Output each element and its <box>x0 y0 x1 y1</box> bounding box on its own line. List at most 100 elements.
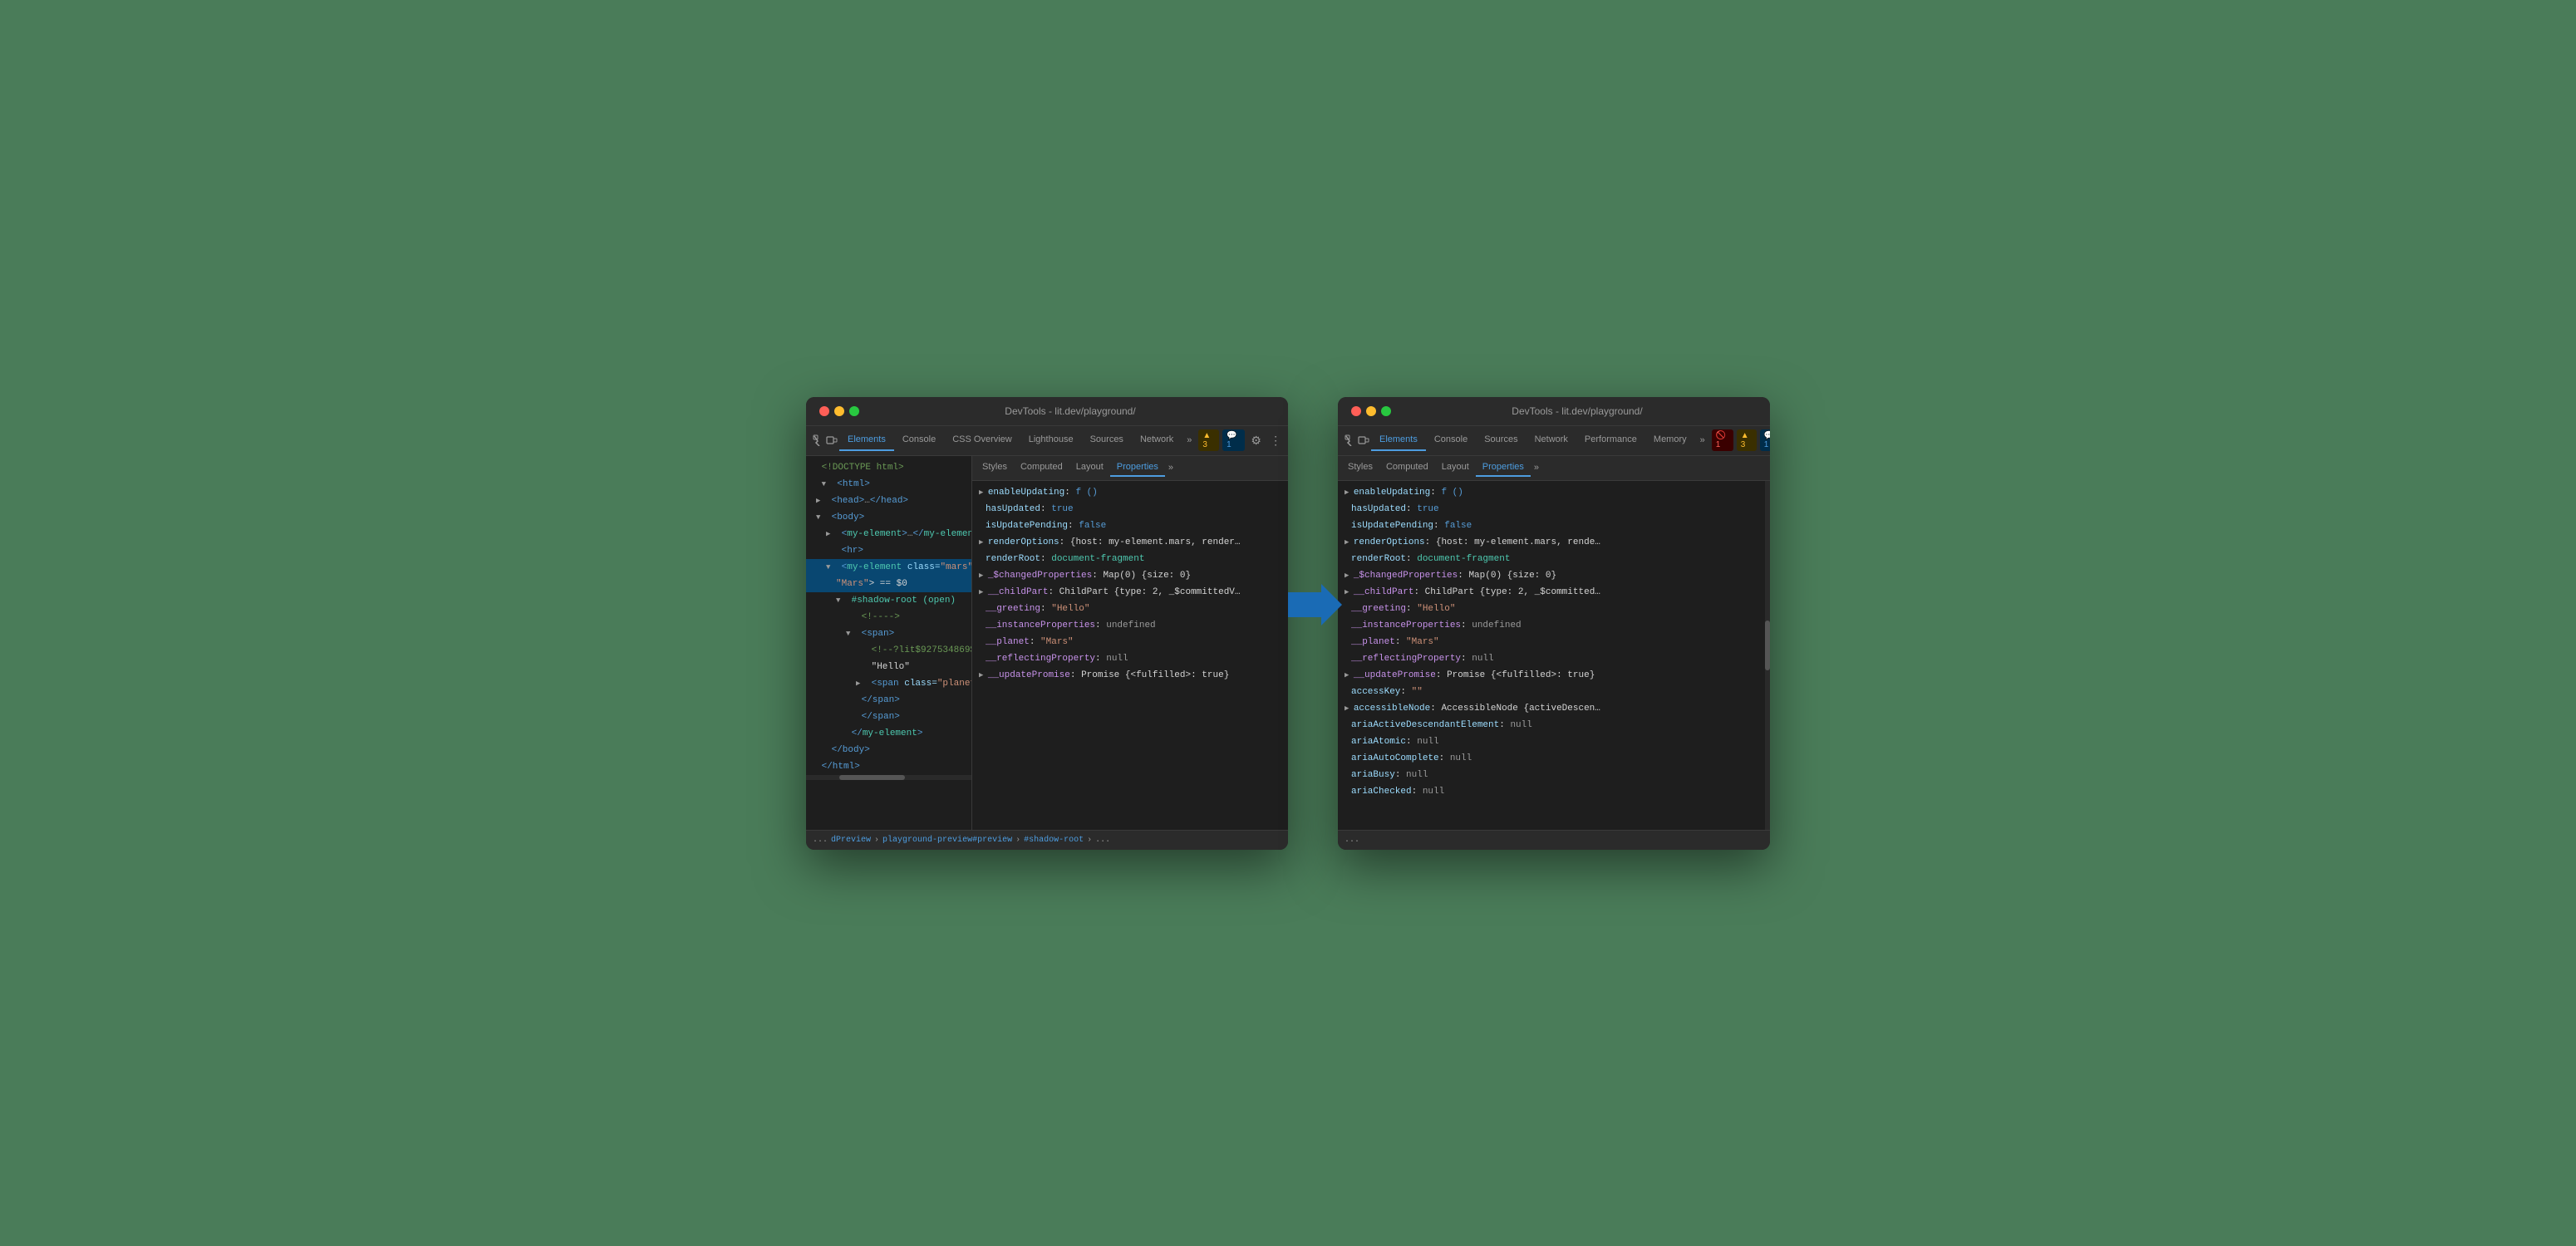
tab-lighthouse-back[interactable]: Lighthouse <box>1020 429 1082 451</box>
more-icon-back[interactable]: ⋮ <box>1267 430 1283 450</box>
status-playground-preview[interactable]: playground-preview#preview <box>882 836 1012 845</box>
minimize-button-front[interactable] <box>1366 406 1376 416</box>
dom-line-span-outer[interactable]: <span> <box>806 625 971 642</box>
prop-instanceProps-front[interactable]: __instanceProperties: undefined <box>1338 617 1770 634</box>
title-bar-front: DevTools - lit.dev/playground/ <box>1338 397 1770 426</box>
prop-greeting-front[interactable]: __greeting: "Hello" <box>1338 601 1770 617</box>
prop-planet-back[interactable]: __planet: "Mars" <box>972 634 1288 650</box>
dom-scrollbar-thumb[interactable] <box>839 775 906 780</box>
prop-isUpdatePending-back[interactable]: isUpdatePending: false <box>972 518 1288 534</box>
prop-reflectingProp-back[interactable]: __reflectingProperty: null <box>972 650 1288 667</box>
close-button[interactable] <box>819 406 829 416</box>
prop-accessKey-front[interactable]: accessKey: "" <box>1338 684 1770 700</box>
dom-scrollbar-h[interactable] <box>806 775 971 780</box>
tab-performance-front[interactable]: Performance <box>1576 429 1645 451</box>
tab-console-back[interactable]: Console <box>894 429 944 451</box>
tab-sources-back[interactable]: Sources <box>1082 429 1132 451</box>
dom-line-my-element-close[interactable]: </my-element> <box>806 725 971 742</box>
tab-css-overview-back[interactable]: CSS Overview <box>944 429 1020 451</box>
props-scrollbar-front[interactable] <box>1765 481 1770 830</box>
dom-line-html[interactable]: <html> <box>806 476 971 493</box>
front-main: Styles Computed Layout Properties » ▶ en… <box>1338 456 1770 830</box>
prop-renderRoot-front[interactable]: renderRoot: document-fragment <box>1338 551 1770 567</box>
tab-network-front[interactable]: Network <box>1526 429 1576 451</box>
close-button-front[interactable] <box>1351 406 1361 416</box>
dom-line-my-element-selected[interactable]: <my-element class="mars" planet= <box>806 559 971 576</box>
prop-hasUpdated-back[interactable]: hasUpdated: true <box>972 501 1288 518</box>
tab-more-back[interactable]: » <box>1182 430 1197 450</box>
tab-elements-back[interactable]: Elements <box>839 429 894 451</box>
prop-enableUpdating-back[interactable]: ▶ enableUpdating: f () <box>972 484 1288 501</box>
tab-layout-front[interactable]: Layout <box>1435 459 1476 477</box>
prop-changedProps-front[interactable]: ▶ _$changedProperties: Map(0) {size: 0} <box>1338 567 1770 584</box>
device-icon-front[interactable] <box>1358 430 1369 450</box>
prop-updatePromise-front[interactable]: ▶ __updatePromise: Promise {<fulfilled>:… <box>1338 667 1770 684</box>
prop-renderRoot-back[interactable]: renderRoot: document-fragment <box>972 551 1288 567</box>
prop-reflectingProp-front[interactable]: __reflectingProperty: null <box>1338 650 1770 667</box>
tab-network-back[interactable]: Network <box>1132 429 1182 451</box>
prop-ariaAutoComplete-front[interactable]: ariaAutoComplete: null <box>1338 750 1770 767</box>
dom-line-body-close[interactable]: </body> <box>806 742 971 758</box>
prop-childPart-back[interactable]: ▶ __childPart: ChildPart {type: 2, _$com… <box>972 584 1288 601</box>
dom-line-my-element-selected-2[interactable]: "Mars"> == $0 <box>806 576 971 592</box>
prop-renderOptions-back[interactable]: ▶ renderOptions: {host: my-element.mars,… <box>972 534 1288 551</box>
inspector-icon-front[interactable] <box>1345 430 1356 450</box>
maximize-button[interactable] <box>849 406 859 416</box>
status-dpreview[interactable]: dPreview <box>831 836 871 845</box>
title-bar-back: DevTools - lit.dev/playground/ <box>806 397 1288 426</box>
prop-ariaBusy-front[interactable]: ariaBusy: null <box>1338 767 1770 783</box>
tab-layout-back[interactable]: Layout <box>1069 459 1110 477</box>
minimize-button[interactable] <box>834 406 844 416</box>
props-panel-front: Styles Computed Layout Properties » ▶ en… <box>1338 456 1770 830</box>
toolbar-right-back: ▲ 3 💬 1 ⚙ ⋮ <box>1198 429 1283 451</box>
tab-properties-back[interactable]: Properties <box>1110 459 1165 477</box>
tab-console-front[interactable]: Console <box>1426 429 1476 451</box>
dom-line-head[interactable]: <head>…</head> <box>806 493 971 509</box>
maximize-button-front[interactable] <box>1381 406 1391 416</box>
dom-line-doctype[interactable]: <!DOCTYPE html> <box>806 459 971 476</box>
prop-instanceProps-back[interactable]: __instanceProperties: undefined <box>972 617 1288 634</box>
prop-hasUpdated-front[interactable]: hasUpdated: true <box>1338 501 1770 518</box>
dom-line-shadow-root[interactable]: #shadow-root (open) <box>806 592 971 609</box>
prop-updatePromise-back[interactable]: ▶ __updatePromise: Promise {<fulfilled>:… <box>972 667 1288 684</box>
panel-tab-more-back[interactable]: » <box>1165 459 1177 476</box>
tab-elements-front[interactable]: Elements <box>1371 429 1426 451</box>
prop-accessibleNode-front[interactable]: ▶ accessibleNode: AccessibleNode {active… <box>1338 700 1770 717</box>
status-dots-end: ... <box>1095 836 1110 845</box>
dom-line-hr[interactable]: <hr> <box>806 542 971 559</box>
dom-line-span-close-2[interactable]: </span> <box>806 709 971 725</box>
prop-changedProps-back[interactable]: ▶ _$changedProperties: Map(0) {size: 0} <box>972 567 1288 584</box>
prop-childPart-front[interactable]: ▶ __childPart: ChildPart {type: 2, _$com… <box>1338 584 1770 601</box>
tab-sources-front[interactable]: Sources <box>1476 429 1526 451</box>
prop-isUpdatePending-front[interactable]: isUpdatePending: false <box>1338 518 1770 534</box>
props-scrollbar-thumb-front[interactable] <box>1765 621 1770 670</box>
panel-tab-more-front[interactable]: » <box>1531 459 1542 476</box>
dom-line-hello-text[interactable]: "Hello" <box>806 659 971 675</box>
tab-computed-front[interactable]: Computed <box>1379 459 1435 477</box>
prop-ariaChecked-front[interactable]: ariaChecked: null <box>1338 783 1770 800</box>
prop-planet-front[interactable]: __planet: "Mars" <box>1338 634 1770 650</box>
tab-styles-back[interactable]: Styles <box>976 459 1014 477</box>
dom-line-my-element-1[interactable]: <my-element>…</my-element> <box>806 526 971 542</box>
tab-more-front[interactable]: » <box>1695 430 1710 450</box>
settings-icon-back[interactable]: ⚙ <box>1248 430 1264 450</box>
prop-ariaAtomic-front[interactable]: ariaAtomic: null <box>1338 733 1770 750</box>
dom-line-span-close-1[interactable]: </span> <box>806 692 971 709</box>
prop-greeting-back[interactable]: __greeting: "Hello" <box>972 601 1288 617</box>
tab-styles-front[interactable]: Styles <box>1341 459 1379 477</box>
badge-warn-front: ▲ 3 <box>1737 429 1757 451</box>
inspector-icon[interactable] <box>813 430 824 450</box>
status-shadow-root[interactable]: #shadow-root <box>1024 836 1084 845</box>
tab-properties-front[interactable]: Properties <box>1476 459 1531 477</box>
dom-line-span-planet[interactable]: <span class="planet">… <box>806 675 971 692</box>
prop-enableUpdating-front[interactable]: ▶ enableUpdating: f () <box>1338 484 1770 501</box>
tab-memory-front[interactable]: Memory <box>1645 429 1695 451</box>
dom-line-body[interactable]: <body> <box>806 509 971 526</box>
dom-line-comment-lit[interactable]: <!--?lit$927534869$--> <box>806 642 971 659</box>
prop-renderOptions-front[interactable]: ▶ renderOptions: {host: my-element.mars,… <box>1338 534 1770 551</box>
prop-ariaActiveDesc-front[interactable]: ariaActiveDescendantElement: null <box>1338 717 1770 733</box>
device-icon[interactable] <box>826 430 838 450</box>
dom-line-comment-empty[interactable]: <!----> <box>806 609 971 625</box>
tab-computed-back[interactable]: Computed <box>1014 459 1069 477</box>
dom-line-html-close[interactable]: </html> <box>806 758 971 775</box>
